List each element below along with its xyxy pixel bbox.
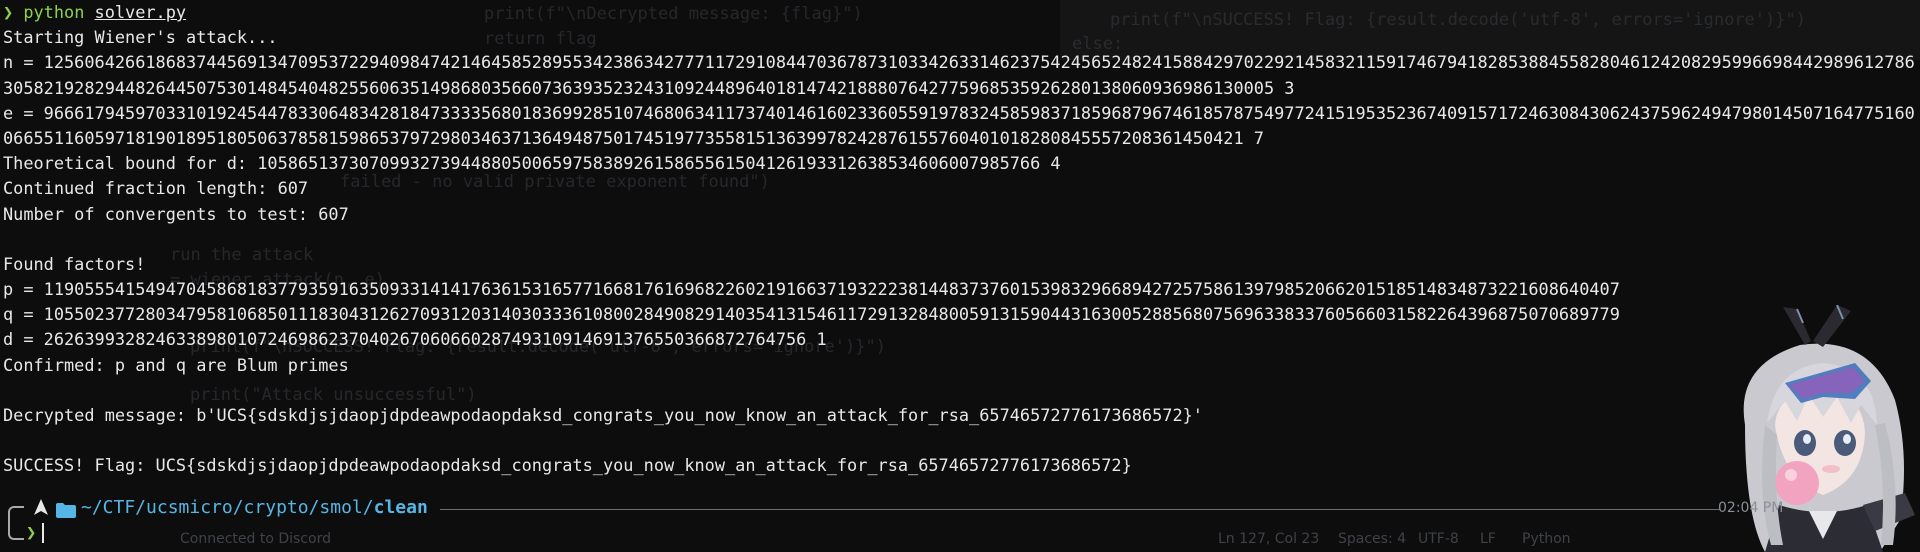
- bg-status-language: Python: [1522, 531, 1571, 547]
- input-prompt[interactable]: ❯: [26, 523, 45, 543]
- bg-status-spaces: Spaces: 4: [1338, 531, 1407, 547]
- arch-logo-icon: [34, 499, 48, 515]
- output-line: p = 119055541549470458681837793591635093…: [3, 279, 1620, 300]
- output-line: Decrypted message: b'UCS{sdskdjsjdaopjdp…: [3, 405, 1203, 426]
- prompt-corner-bracket: [8, 506, 24, 540]
- bg-status-connected: Connected to Discord: [180, 531, 331, 547]
- output-line: q = 105502377280347958106850111830431262…: [3, 304, 1620, 325]
- bg-status-position: Ln 127, Col 23: [1218, 531, 1320, 547]
- output-line: Number of convergents to test: 607: [3, 203, 349, 224]
- bg-status-eol: LF: [1480, 531, 1496, 547]
- path-leaf: clean: [373, 497, 428, 518]
- prompt-separator-line: [440, 509, 1720, 510]
- input-prompt-arrow-icon: ❯: [26, 523, 37, 543]
- terminal-output[interactable]: ❯ python solver.py Starting Wiener's att…: [3, 0, 1919, 479]
- path-prefix: ~/CTF/ucsmicro/crypto/smol/: [81, 497, 374, 518]
- output-line: Starting Wiener's attack...: [3, 27, 278, 48]
- command-line: ❯ python solver.py: [3, 0, 1919, 25]
- prompt-arrow-icon: ❯: [3, 2, 14, 22]
- output-line: SUCCESS! Flag: UCS{sdskdjsjdaopjdpdeawpo…: [3, 455, 1132, 476]
- output-line: Found factors!: [3, 253, 146, 274]
- prompt-clock: 02:04 PM: [1718, 500, 1784, 516]
- output-line-n: n = 125606426618683744569134709537229409…: [3, 52, 1915, 98]
- folder-icon: [56, 503, 76, 518]
- output-line: d = 262639932824633898010724698623704026…: [3, 329, 827, 350]
- command-file-link[interactable]: solver.py: [95, 2, 187, 22]
- text-cursor[interactable]: [42, 523, 45, 543]
- output-line: Theoretical bound for d: 105865137307099…: [3, 153, 1061, 174]
- output-line: Continued fraction length: 607: [3, 178, 309, 199]
- command-program: python: [23, 2, 85, 22]
- output-line-e: e = 966617945970331019245447833064834281…: [3, 102, 1915, 148]
- current-path: ~/CTF/ucsmicro/crypto/smol/clean: [81, 497, 428, 518]
- output-line: Confirmed: p and q are Blum primes: [3, 354, 349, 375]
- bg-status-encoding: UTF-8: [1418, 531, 1459, 547]
- background-status-bar: Connected to Discord Ln 127, Col 23 Spac…: [20, 528, 1580, 552]
